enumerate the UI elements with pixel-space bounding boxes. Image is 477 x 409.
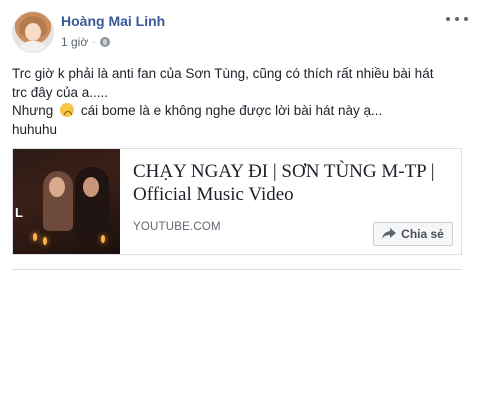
post-text-line: Trc giờ k phải là anti fan của Sơn Tùng,… — [12, 66, 434, 81]
globe-icon[interactable] — [99, 37, 110, 47]
facebook-post: Hoàng Mai Linh 1 giờ · Trc giờ k phải là… — [0, 0, 477, 409]
author-name[interactable]: Hoàng Mai Linh — [61, 13, 165, 29]
more-dot — [464, 17, 468, 21]
avatar-shirt — [17, 41, 49, 52]
link-title[interactable]: CHẠY NGAY ĐI | SƠN TÙNG M-TP | Official … — [133, 160, 453, 206]
video-thumbnail[interactable]: L — [13, 149, 120, 254]
share-button-label: Chia sẻ — [401, 227, 444, 241]
post-text-segment: Nhưng — [12, 103, 54, 118]
thumbnail-face — [83, 177, 99, 197]
author-avatar[interactable] — [12, 11, 54, 53]
candle-flame — [33, 233, 37, 241]
more-dot — [446, 17, 450, 21]
share-arrow-icon — [382, 228, 397, 239]
share-button[interactable]: Chia sẻ — [373, 222, 453, 246]
post-text-line: trc đây của a..... — [12, 84, 109, 100]
more-dot — [455, 17, 459, 21]
post-divider — [12, 269, 462, 270]
meta-separator: · — [92, 36, 96, 48]
avatar-face — [25, 23, 41, 41]
thumbnail-face — [49, 177, 65, 197]
link-preview-card[interactable]: L CHẠY NGAY ĐI | SƠN TÙNG M-TP | Officia… — [12, 148, 462, 255]
candle-flame — [43, 237, 47, 245]
post-text-segment: cái bome là e không nghe được lời bài há… — [80, 103, 383, 118]
post-meta: 1 giờ · — [61, 35, 110, 49]
post-text: Trc giờ k phải là anti fan của Sơn Tùng,… — [12, 65, 452, 139]
post-time[interactable]: 1 giờ — [61, 35, 88, 49]
more-options-icon[interactable] — [446, 12, 468, 26]
candle-flame — [101, 235, 105, 243]
post-text-line: huhuhu — [12, 121, 58, 137]
link-domain: YOUTUBE.COM — [133, 221, 221, 233]
thumbnail-letter: L — [15, 205, 24, 220]
sad-face-emoji — [60, 103, 75, 117]
post-text-line: Nhưng cái bome là e không nghe được lời … — [12, 102, 452, 121]
